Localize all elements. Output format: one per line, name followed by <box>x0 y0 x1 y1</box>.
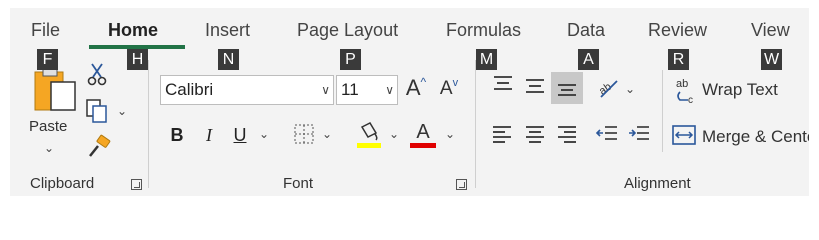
middle-align-icon[interactable] <box>522 74 548 98</box>
shrink-font-letter: A <box>439 78 453 99</box>
align-right-icon[interactable] <box>554 122 580 146</box>
italic-button[interactable]: I <box>198 122 220 148</box>
copy-dropdown-chevron-icon[interactable]: ⌄ <box>117 104 127 118</box>
decrease-indent-icon[interactable] <box>594 122 620 146</box>
paste-label[interactable]: Paste <box>29 118 67 135</box>
group-divider <box>662 70 663 152</box>
top-align-icon[interactable] <box>490 72 516 96</box>
copy-icon[interactable] <box>84 98 110 124</box>
tab-review[interactable]: Review <box>648 20 707 41</box>
wrap-text-button[interactable]: Wrap Text <box>702 80 778 100</box>
keytip-review: R <box>668 49 689 70</box>
font-size-chevron-down-icon[interactable]: ∨ <box>385 76 394 104</box>
font-color-letter: A <box>416 120 430 143</box>
keytip-formulas: M <box>476 49 497 70</box>
increase-indent-icon[interactable] <box>626 122 652 146</box>
font-size-value: 11 <box>341 80 359 99</box>
shrink-font-button[interactable]: Av <box>436 74 462 104</box>
wrap-text-icon[interactable]: ab c <box>674 76 698 104</box>
format-painter-icon[interactable] <box>86 134 112 160</box>
font-size-combobox[interactable]: 11 ∨ <box>336 75 398 105</box>
caret-down-icon: v <box>452 77 459 89</box>
font-color-swatch <box>410 142 436 148</box>
bold-button[interactable]: B <box>166 122 188 148</box>
tab-file[interactable]: File <box>31 20 60 41</box>
tab-view[interactable]: View <box>751 20 790 41</box>
borders-dropdown-chevron-icon[interactable]: ⌄ <box>322 127 332 141</box>
alignment-group-label: Alignment <box>624 175 691 192</box>
fill-color-icon[interactable] <box>355 120 383 150</box>
paste-icon[interactable] <box>30 64 80 116</box>
cut-icon[interactable] <box>86 62 108 86</box>
caret-up-icon: ^ <box>420 75 427 89</box>
grow-font-button[interactable]: A ^ <box>403 72 429 104</box>
keytip-insert: N <box>218 49 239 70</box>
group-divider <box>475 60 476 188</box>
font-name-combobox[interactable]: Calibri ∨ <box>160 75 334 105</box>
svg-text:ab: ab <box>597 81 614 98</box>
font-name-chevron-down-icon[interactable]: ∨ <box>321 76 330 104</box>
merge-center-button[interactable]: Merge & Center <box>702 127 809 147</box>
paste-dropdown-chevron-icon[interactable]: ⌄ <box>44 141 54 155</box>
underline-dropdown-chevron-icon[interactable]: ⌄ <box>259 127 269 141</box>
clipboard-dialog-launcher-icon[interactable] <box>131 179 142 190</box>
align-center-icon[interactable] <box>522 122 548 146</box>
tab-insert[interactable]: Insert <box>205 20 250 41</box>
align-left-icon[interactable] <box>489 122 515 146</box>
bottom-align-icon[interactable] <box>551 72 583 104</box>
tab-data[interactable]: Data <box>567 20 605 41</box>
font-color-dropdown-chevron-icon[interactable]: ⌄ <box>445 127 455 141</box>
svg-text:c: c <box>688 95 693 104</box>
font-name-value: Calibri <box>165 80 214 99</box>
orientation-dropdown-chevron-icon[interactable]: ⌄ <box>625 82 635 96</box>
keytip-page-layout: P <box>340 49 361 70</box>
keytip-home: H <box>127 49 148 70</box>
keytip-data: A <box>578 49 599 70</box>
underline-button[interactable]: U <box>229 122 251 148</box>
tab-formulas[interactable]: Formulas <box>446 20 521 41</box>
font-color-button[interactable]: A <box>409 118 437 150</box>
font-group-label: Font <box>283 175 314 192</box>
keytip-view: W <box>761 49 782 70</box>
svg-text:ab: ab <box>676 78 688 90</box>
tab-page-layout[interactable]: Page Layout <box>297 20 398 41</box>
clipboard-group-label: Clipboard <box>30 175 95 192</box>
borders-icon[interactable] <box>292 122 316 146</box>
fill-color-dropdown-chevron-icon[interactable]: ⌄ <box>389 127 399 141</box>
keytip-file: F <box>37 49 58 70</box>
tab-home[interactable]: Home <box>108 20 158 41</box>
font-dialog-launcher-icon[interactable] <box>456 179 467 190</box>
merge-center-icon[interactable] <box>672 124 696 146</box>
grow-font-letter: A <box>405 75 421 100</box>
orientation-icon[interactable]: ab <box>594 74 622 102</box>
group-divider <box>148 60 149 188</box>
